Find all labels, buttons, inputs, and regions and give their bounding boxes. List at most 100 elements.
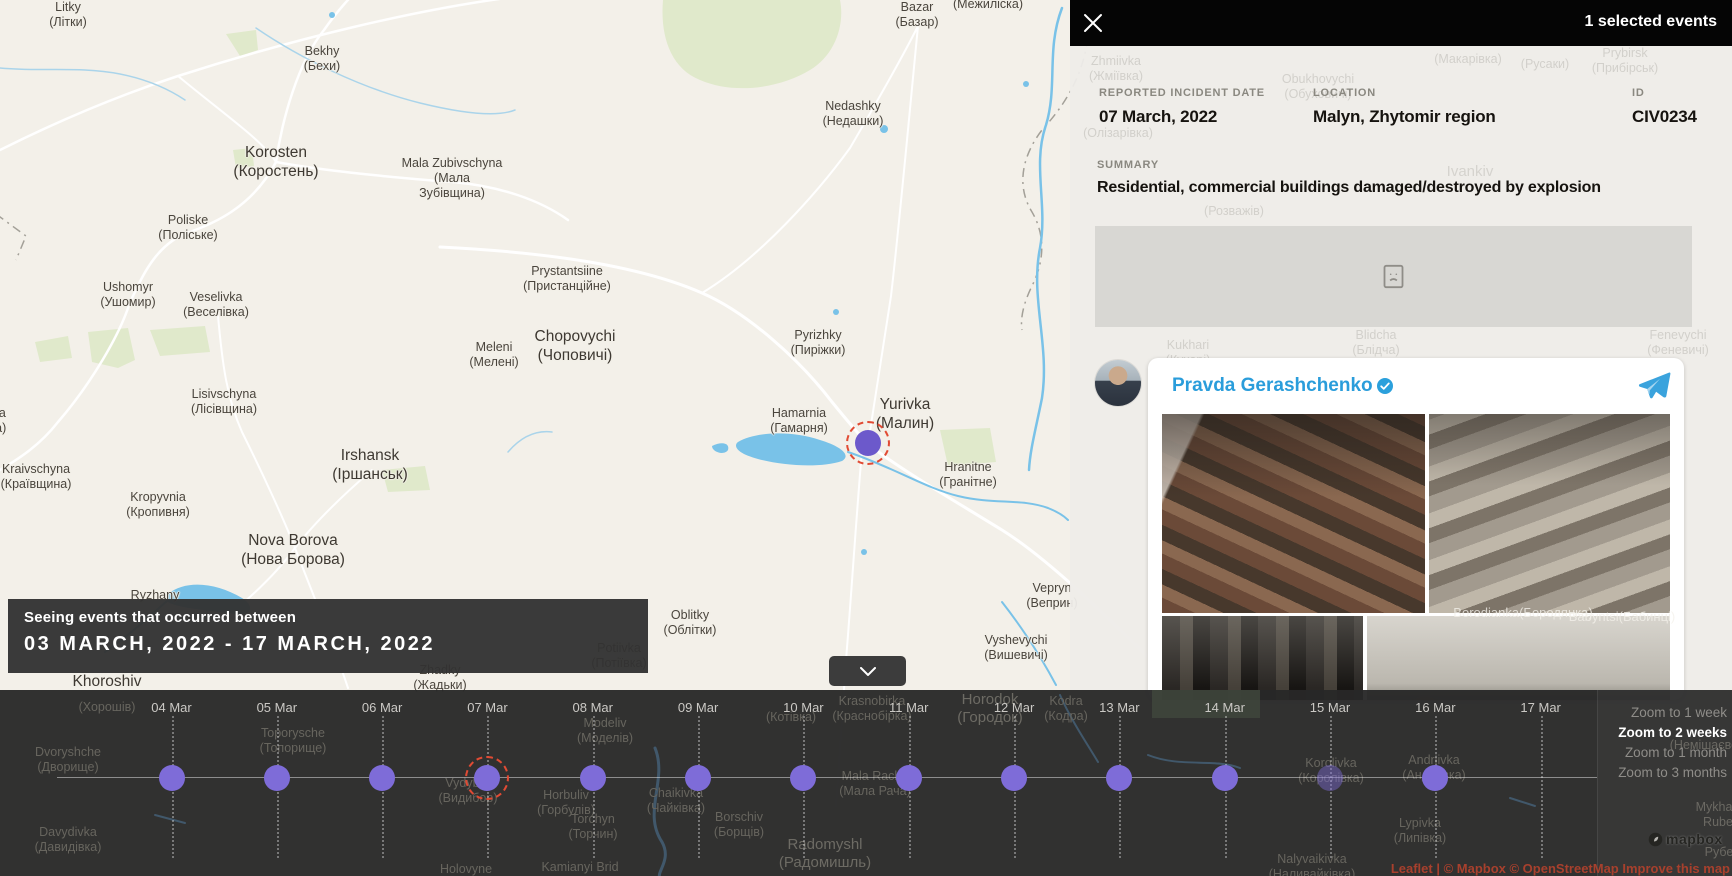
telegram-plane-icon[interactable] xyxy=(1637,371,1671,406)
ghost-place-label: (Русаки) xyxy=(1521,57,1569,72)
timeline-event-dot-05-mar[interactable] xyxy=(264,765,290,791)
ghost-place-label: Modeliv(Моделів) xyxy=(577,716,633,746)
field-value: CIV0234 xyxy=(1632,107,1697,127)
timeline-event-dot-14-mar[interactable] xyxy=(1212,765,1238,791)
timeline-date-label: 17 Mar xyxy=(1520,700,1560,715)
ghost-place-label: Kamianyi Brid xyxy=(541,860,618,875)
timeline-date-label: 09 Mar xyxy=(678,700,718,715)
ghost-place-label: Blidcha(Блідча) xyxy=(1352,328,1399,358)
timeline-event-dot-11-mar[interactable] xyxy=(896,765,922,791)
map-place-label: Lisivschyna(Лісівщина) xyxy=(191,387,257,417)
zoom-option-zoom-to-3-months[interactable]: Zoom to 3 months xyxy=(1618,763,1727,783)
chevron-down-icon xyxy=(860,667,876,676)
field-id: ID CIV0234 xyxy=(1632,87,1697,127)
map-place-label: Nova Borova(Нова Борова) xyxy=(241,531,345,569)
field-label: LOCATION xyxy=(1313,87,1496,99)
map-place-label: Kraivschyna(Краївщина) xyxy=(1,462,72,492)
ghost-place-label: Nalyvaikivka(Наливайківка) xyxy=(1269,852,1356,876)
timeline-event-dot-09-mar[interactable] xyxy=(685,765,711,791)
zoom-option-zoom-to-2-weeks[interactable]: Zoom to 2 weeks xyxy=(1618,723,1727,743)
ghost-place-label: Dvoryshche(Дворище) xyxy=(35,745,101,775)
embed-photo-3[interactable] xyxy=(1162,616,1363,700)
ghost-place-label: Fenevychi(Феневичі) xyxy=(1647,328,1709,358)
timeline-date-label: 04 Mar xyxy=(151,700,191,715)
mapbox-logo[interactable]: mapbox xyxy=(1648,831,1723,847)
map-place-label: Kropyvnia(Кропивня) xyxy=(126,490,190,520)
map-place-label: (Межиліска) xyxy=(953,0,1023,12)
ghost-place-label: Prybirsk(Прибірськ) xyxy=(1592,46,1658,76)
timeline-event-dot-12-mar[interactable] xyxy=(1001,765,1027,791)
telegram-embed-card[interactable]: Pravda Gerashchenko xyxy=(1148,358,1684,700)
roads xyxy=(0,0,1192,806)
ghost-place-label: (Макарівка) xyxy=(1434,52,1502,67)
map-place-label: Hranitne(Гранітне) xyxy=(939,460,997,490)
timeline-zoom-options: Zoom to 1 weekZoom to 2 weeksZoom to 1 m… xyxy=(1618,703,1727,783)
map-place-label: Mala Zubivschyna(Мала Зубівщина) xyxy=(402,156,503,201)
map-attribution[interactable]: Leaflet | © Mapbox © OpenStreetMap Impro… xyxy=(1391,861,1730,876)
timeline-date-label: 15 Mar xyxy=(1310,700,1350,715)
field-label: REPORTED INCIDENT DATE xyxy=(1099,87,1265,99)
map-place-label: Oblitky(Облітки) xyxy=(664,608,717,638)
field-summary: SUMMARY Residential, commercial building… xyxy=(1097,159,1601,197)
mapbox-logo-text: mapbox xyxy=(1666,831,1723,847)
timeline-collapse-button[interactable] xyxy=(829,656,906,686)
zoom-option-zoom-to-1-week[interactable]: Zoom to 1 week xyxy=(1618,703,1727,723)
map-place-label: Nedashky(Недашки) xyxy=(823,99,884,129)
map-place-label: Litky(Літки) xyxy=(49,0,86,30)
map-place-label: Ushomyr(Ушомир) xyxy=(100,280,155,310)
map-place-label: Hamarnia(Гамарня) xyxy=(770,406,828,436)
map-event-marker[interactable] xyxy=(855,430,881,456)
map-place-label: Prystantsiine(Пристанційне) xyxy=(523,264,611,294)
timeline-date-label: 07 Mar xyxy=(467,700,507,715)
ghost-place-label: (Розважів) xyxy=(1204,204,1264,219)
timeline-panel[interactable]: Toporysche(Топорище)(Котівка)Modeliv(Мод… xyxy=(0,690,1732,876)
ghost-place-label: Davydivka(Давидівка) xyxy=(35,825,102,855)
timeline-date-label: 06 Mar xyxy=(362,700,402,715)
field-value: Malyn, Zhytomir region xyxy=(1313,107,1496,127)
map-place-label: Meleni(Мелені) xyxy=(469,340,518,370)
ghost-place-label: Zhmiivka(Жміївка) xyxy=(1089,54,1143,84)
map-place-label: Yurivka(Малин) xyxy=(876,395,934,433)
selected-events-count: 1 selected events xyxy=(1584,13,1717,31)
telegram-embed-header: Pravda Gerashchenko xyxy=(1148,358,1684,412)
ghost-place-label: Holovyne xyxy=(440,862,492,876)
map-place-label: Veselivka(Веселівка) xyxy=(183,290,249,320)
embed-photo-1[interactable] xyxy=(1162,414,1425,613)
map-place-label: Bekhy(Бехи) xyxy=(304,44,340,74)
map-place-label: Vyshevychi(Вишевичі) xyxy=(984,633,1048,663)
ghost-place-label: (Олізарівка) xyxy=(1083,126,1153,141)
ghost-place-label: Babyntsi(Бабинці) xyxy=(1569,608,1676,625)
map-place-label: Chopovychi(Чоповичі) xyxy=(535,327,616,365)
timeline-date-label: 14 Mar xyxy=(1204,700,1244,715)
timeline-range-tooltip: Seeing events that occurred between 03 M… xyxy=(8,599,648,673)
close-icon[interactable] xyxy=(1082,12,1104,34)
media-placeholder xyxy=(1095,226,1692,327)
field-incident-date: REPORTED INCIDENT DATE 07 March, 2022 xyxy=(1099,87,1265,127)
ghost-place-label: Borschiv(Борщів) xyxy=(714,810,764,840)
timeline-date-label: 08 Mar xyxy=(573,700,613,715)
field-value: 07 March, 2022 xyxy=(1099,107,1265,127)
map-place-label: Korosten(Коростень) xyxy=(233,143,318,181)
timeline-date-label: 05 Mar xyxy=(257,700,297,715)
timeline-event-dot-04-mar[interactable] xyxy=(159,765,185,791)
ghost-place-label: (Хорошів) xyxy=(79,700,136,715)
zoom-option-zoom-to-1-month[interactable]: Zoom to 1 month xyxy=(1618,743,1727,763)
embed-photo-4[interactable] xyxy=(1367,616,1670,700)
timeline-gridline xyxy=(1541,716,1543,858)
timeline-event-dot-06-mar[interactable] xyxy=(369,765,395,791)
ghost-place-label: Lypivka(Липівка) xyxy=(1394,816,1446,846)
tooltip-date-range: 03 MARCH, 2022 - 17 MARCH, 2022 xyxy=(24,633,648,656)
forest-areas xyxy=(35,0,996,492)
ghost-place-label: Kodra(Кодра) xyxy=(1044,694,1087,724)
tooltip-caption: Seeing events that occurred between xyxy=(24,609,648,626)
ghost-place-label: Radomyshl(Радомишль) xyxy=(779,836,871,872)
field-label: ID xyxy=(1632,87,1697,99)
map-place-label: Pyrizhky(Пиріжки) xyxy=(791,328,846,358)
timeline-date-label: 13 Mar xyxy=(1099,700,1139,715)
ghost-place-label: Toporysche(Топорище) xyxy=(260,726,327,756)
timeline-event-dot-15-mar[interactable] xyxy=(1317,765,1343,791)
telegram-author-link[interactable]: Pravda Gerashchenko xyxy=(1172,375,1373,397)
timeline-event-dot-08-mar[interactable] xyxy=(580,765,606,791)
field-label: SUMMARY xyxy=(1097,159,1601,171)
embed-photo-2[interactable] xyxy=(1429,414,1670,613)
